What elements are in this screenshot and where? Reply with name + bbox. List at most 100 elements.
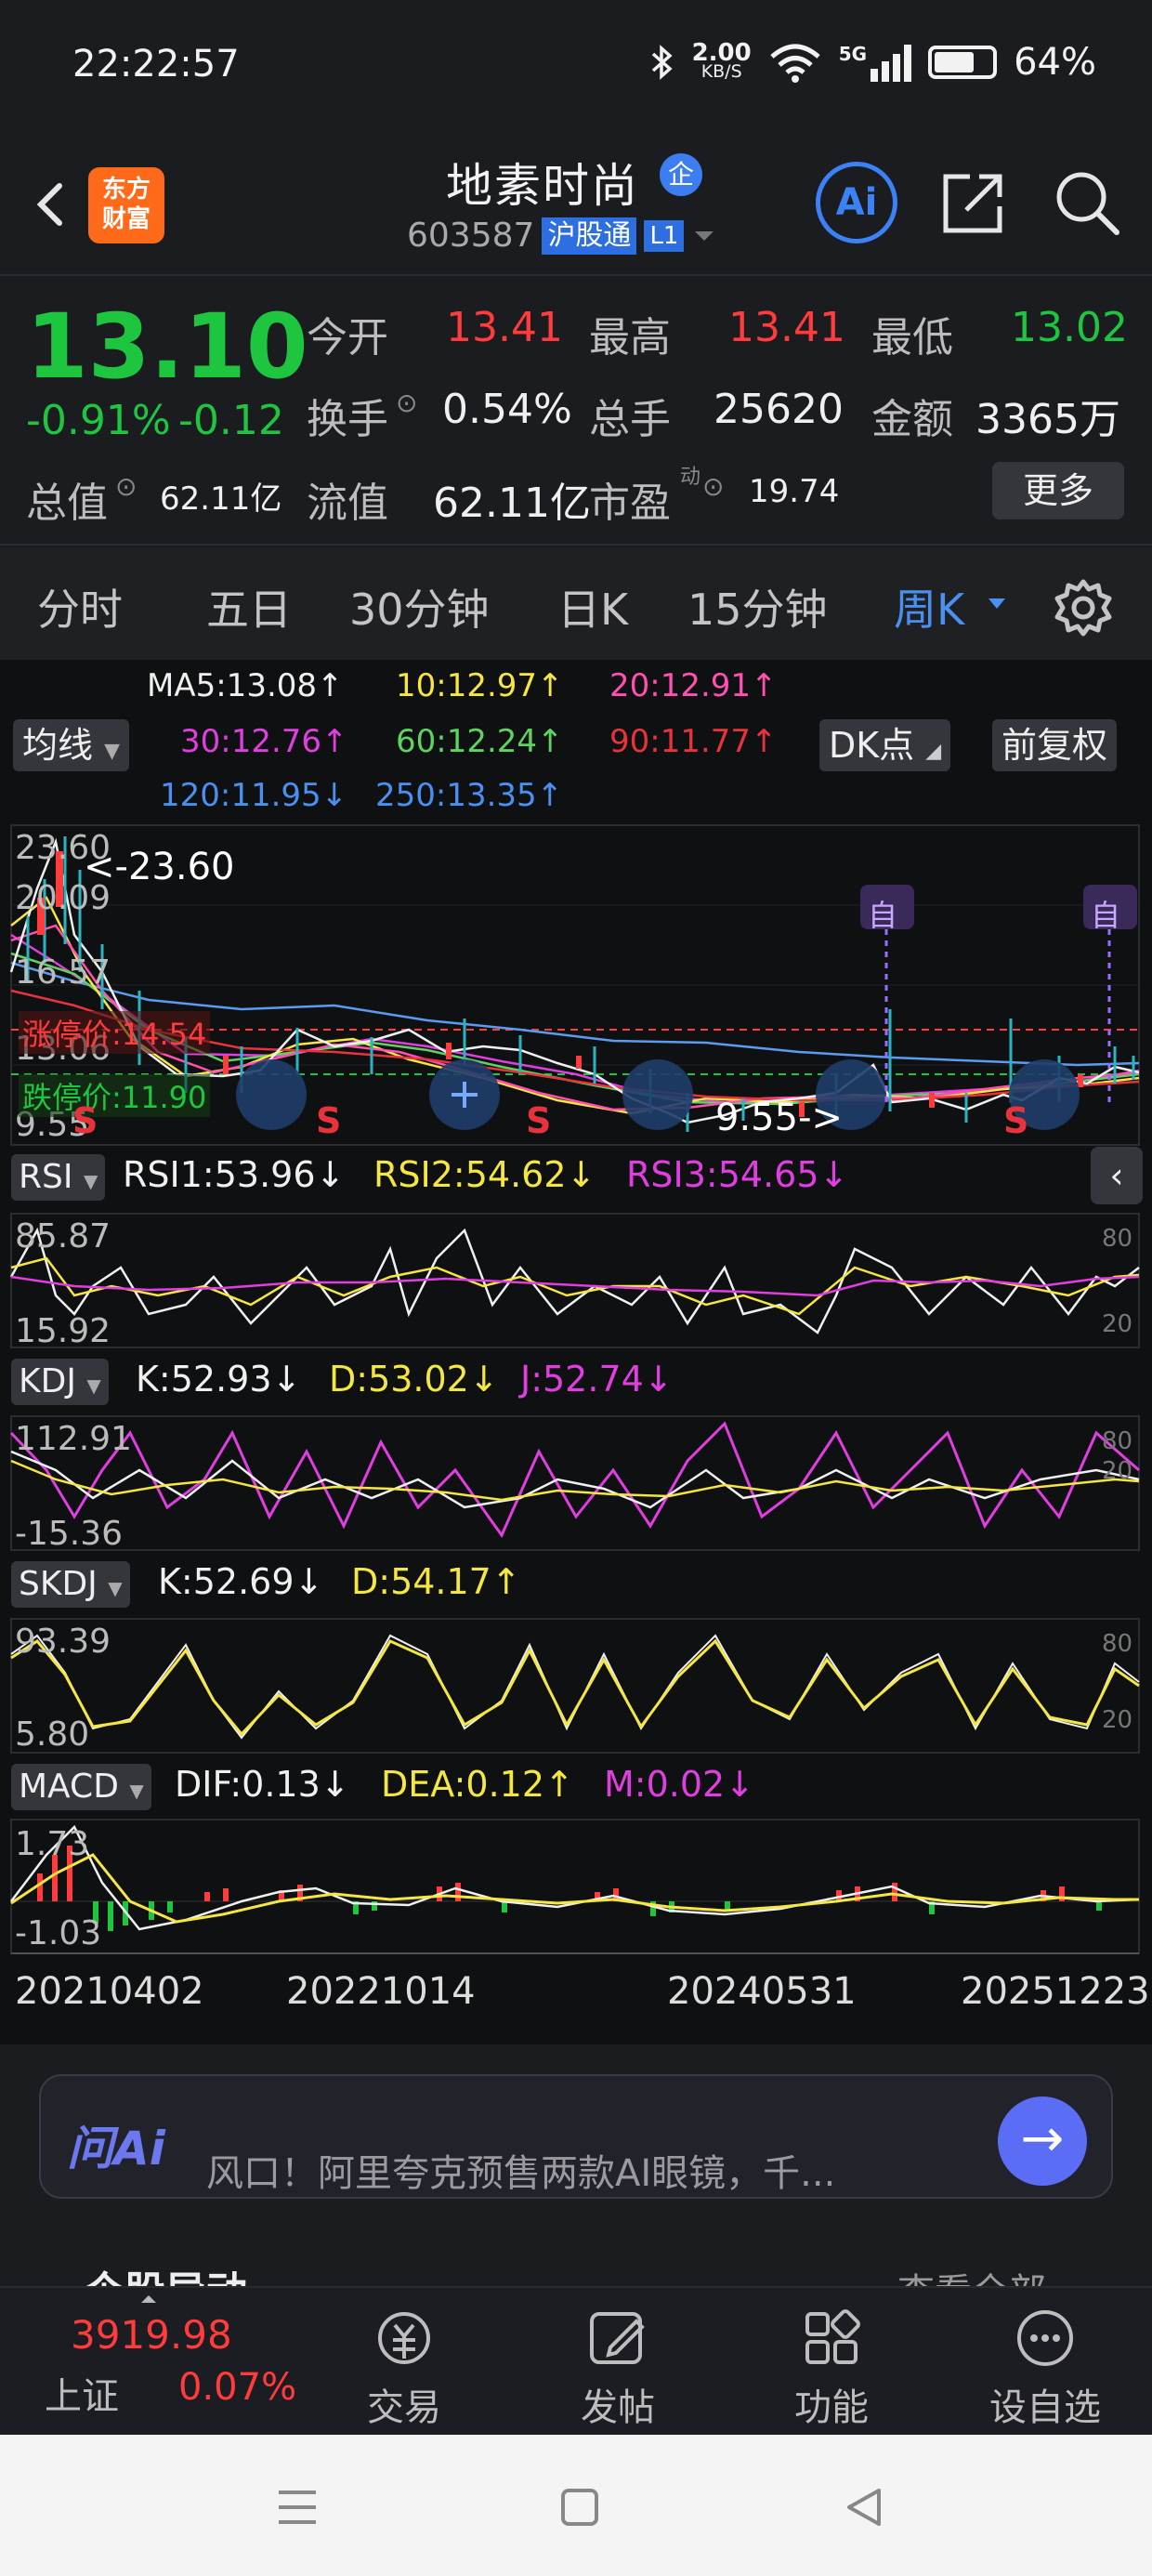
macd-select[interactable]: MACD ▼ <box>11 1764 151 1810</box>
date-label-1: 20210402 <box>15 1970 204 2013</box>
section-title: 个股异动 <box>84 2258 247 2286</box>
rsi-axis-top: 85.87 <box>15 1217 111 1255</box>
pe-dynamic-mark: 动 <box>680 466 701 489</box>
skdj-axis-top: 93.39 <box>15 1623 111 1661</box>
battery-icon <box>928 46 998 79</box>
ma250-value: 250:13.35↑ <box>375 777 564 814</box>
high-label: 最高 <box>589 314 671 361</box>
kdj-level-low: 20 <box>1102 1457 1133 1485</box>
ma30-value: 30:12.76↑ <box>180 723 348 760</box>
nav-function[interactable]: 功能 <box>771 2305 892 2431</box>
menu-icon[interactable] <box>275 2487 320 2528</box>
sell-signal: S <box>316 1100 342 1141</box>
mcap-label: 总值 <box>26 480 108 527</box>
info-icon[interactable]: ⊙ <box>396 388 417 418</box>
rsi-select[interactable]: RSI ▼ <box>11 1154 106 1201</box>
more-button[interactable]: 更多 <box>992 462 1124 519</box>
ask-ai-bar[interactable]: 问Ai 风口！阿里夸克预售两款AI眼镜，千... → <box>39 2074 1113 2199</box>
low-value: 13.02 <box>1011 304 1128 351</box>
pe-label: 市盈 <box>589 480 671 527</box>
ma10-value: 10:12.97↑ <box>396 667 564 704</box>
open-label: 今开 <box>307 314 388 361</box>
macd-axis-bottom: -1.03 <box>15 1914 102 1952</box>
date-label-4: 20251223 <box>961 1970 1150 2013</box>
search-icon[interactable] <box>1050 165 1124 240</box>
adjust-button[interactable]: 前复权 <box>992 719 1118 771</box>
rsi2-value: RSI2:54.62↓ <box>373 1154 596 1195</box>
more-icon <box>1017 2310 1073 2366</box>
clock: 22:22:57 <box>72 43 240 85</box>
index-pct[interactable]: 0.07% <box>178 2366 296 2409</box>
high-value: 13.41 <box>728 304 845 351</box>
tab-15min[interactable]: 15分钟 <box>687 576 828 637</box>
nav-post[interactable]: 发帖 <box>557 2305 678 2431</box>
back-nav-icon[interactable] <box>842 2485 886 2530</box>
self-select-marker[interactable]: 自 <box>1091 892 1120 935</box>
mcap-value: 62.11亿 <box>160 480 282 518</box>
battery-level: 64% <box>1014 41 1096 84</box>
sell-signal: S <box>526 1100 552 1141</box>
self-select-marker[interactable]: 自 <box>868 892 897 935</box>
volume-value: 25620 <box>713 386 844 433</box>
ma-select-button[interactable]: 均线 ▼ <box>13 719 130 771</box>
info-icon[interactable]: ⊙ <box>115 471 137 502</box>
share-icon[interactable] <box>938 167 1009 238</box>
index-value[interactable]: 3919.98 <box>71 2312 232 2358</box>
ask-ai-headline[interactable]: 风口！阿里夸克预售两款AI眼镜，千... <box>206 2143 835 2197</box>
wifi-icon <box>770 44 820 83</box>
dk-point-button[interactable]: DK点 ◢ <box>819 719 951 771</box>
kdj-k-value: K:52.93↓ <box>136 1359 302 1400</box>
kdj-level-high: 80 <box>1102 1427 1133 1455</box>
tab-daily-k[interactable]: 日K <box>557 576 628 637</box>
quote-panel: 13.10 -0.91% -0.12 今开 13.41 最高 13.41 最低 … <box>0 274 1152 545</box>
signal-icon: 5G <box>839 43 912 82</box>
sell-signal: S <box>1003 1100 1029 1141</box>
app-logo: 东方 财富 <box>88 167 164 243</box>
macd-m-value: M:0.02↓ <box>604 1764 755 1805</box>
price-axis-3: 16.57 <box>15 953 111 992</box>
index-name[interactable]: 上证 <box>45 2366 119 2420</box>
home-icon[interactable] <box>559 2487 600 2528</box>
tab-30min[interactable]: 30分钟 <box>349 576 490 637</box>
kdj-panel <box>9 1415 1140 1551</box>
open-value: 13.41 <box>446 304 563 351</box>
skdj-axis-bottom: 5.80 <box>15 1715 90 1754</box>
ai-button[interactable]: Ai <box>816 162 897 243</box>
date-label-3: 20240531 <box>667 1970 857 2013</box>
bluetooth-icon <box>651 45 673 80</box>
rsi1-value: RSI1:53.96↓ <box>123 1154 346 1195</box>
skdj-select[interactable]: SKDJ ▼ <box>11 1561 130 1608</box>
macd-panel <box>10 1819 1140 1954</box>
volume-label: 总手 <box>589 396 671 443</box>
nav-trade[interactable]: 交易 <box>344 2305 465 2431</box>
info-icon[interactable]: ⊙ <box>702 471 724 502</box>
arrow-right-icon[interactable]: → <box>998 2096 1087 2186</box>
back-icon[interactable] <box>24 177 80 232</box>
tab-intraday[interactable]: 分时 <box>37 576 123 637</box>
float-label: 流值 <box>307 480 388 527</box>
chevron-up-icon[interactable] <box>139 2293 158 2305</box>
skdj-d-value: D:54.17↑ <box>351 1561 521 1602</box>
pe-value: 19.74 <box>749 473 840 510</box>
ma5-value: MA5:13.08↑ <box>147 667 344 704</box>
kline-chart[interactable]: MA5:13.08↑ 10:12.97↑ 20:12.91↑ 30:12.76↑… <box>0 660 1152 2044</box>
limit-up-label: 涨停价:14.54 <box>19 1011 211 1054</box>
stock-code-row: 603587 沪股通 L1 <box>407 217 717 255</box>
collapse-panel-button[interactable]: ‹ <box>1091 1147 1143 1204</box>
chevron-down-icon[interactable] <box>987 597 1007 611</box>
turnover-value: 0.54% <box>442 386 572 433</box>
chevron-down-icon[interactable] <box>691 227 717 245</box>
net-speed: 2.00 KB/S <box>691 39 752 82</box>
sell-signal: S <box>72 1100 98 1141</box>
kdj-select[interactable]: KDJ ▼ <box>11 1359 109 1405</box>
gear-icon[interactable] <box>1054 578 1113 637</box>
tab-five-day[interactable]: 五日 <box>206 576 292 637</box>
grid-icon <box>805 2309 860 2364</box>
limit-down-label: 跌停价:11.90 <box>19 1074 211 1117</box>
edit-icon <box>590 2312 645 2364</box>
amount-value: 3365万 <box>975 396 1120 443</box>
view-all-link[interactable]: 查看全部 <box>897 2262 1046 2286</box>
kdj-j-value: J:52.74↓ <box>520 1359 674 1400</box>
nav-watchlist[interactable]: 设自选 <box>985 2305 1106 2431</box>
tab-weekly-k[interactable]: 周K <box>894 576 964 637</box>
